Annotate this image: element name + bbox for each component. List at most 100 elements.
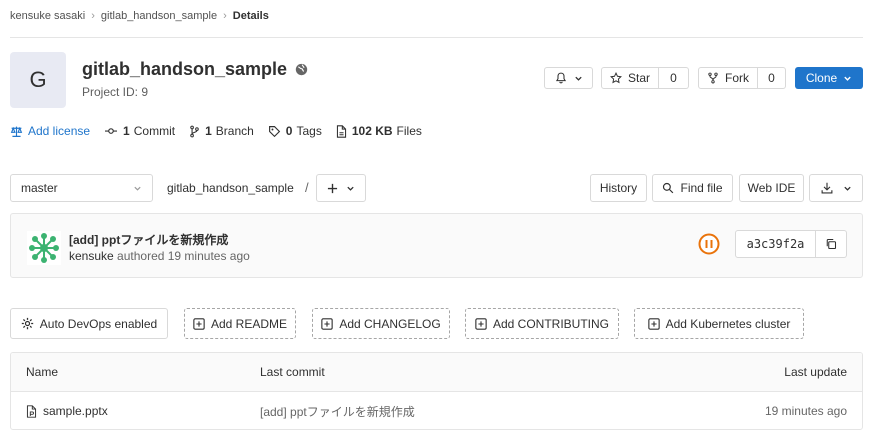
- copy-icon: [826, 238, 837, 250]
- author-avatar-icon[interactable]: [27, 231, 61, 268]
- breadcrumb-separator-icon: ›: [91, 10, 95, 22]
- tag-icon: [268, 125, 280, 137]
- globe-icon: [295, 63, 308, 76]
- divider: [10, 37, 863, 38]
- web-ide-button[interactable]: Web IDE: [739, 174, 804, 202]
- clone-button[interactable]: Clone: [795, 67, 863, 89]
- chevron-down-icon: [134, 186, 141, 191]
- last-commit-panel: [add] pptファイルを新規作成 kensuke authored 19 m…: [10, 213, 863, 278]
- project-quick-actions: Auto DevOps enabled Add README Add CHANG…: [0, 308, 873, 340]
- branches-stat[interactable]: 1 Branch: [189, 124, 254, 138]
- tags-stat[interactable]: 0 Tags: [268, 124, 322, 138]
- history-button[interactable]: History: [590, 174, 647, 202]
- commit-message-link[interactable]: [add] pptファイルを新規作成: [69, 231, 228, 248]
- search-icon: [663, 182, 674, 194]
- project-id: Project ID: 9: [82, 85, 149, 99]
- files-size: 102 KB: [351, 124, 393, 138]
- files-label: Files: [396, 124, 422, 138]
- add-license-link[interactable]: Add license: [10, 124, 90, 138]
- breadcrumb-current[interactable]: Details: [233, 10, 269, 22]
- breadcrumb-item-user[interactable]: kensuke sasaki: [10, 10, 85, 22]
- add-contributing-label: Add CONTRIBUTING: [492, 316, 609, 331]
- fork-button[interactable]: Fork: [698, 67, 758, 89]
- file-name-link[interactable]: sample.pptx: [26, 392, 108, 429]
- clone-label: Clone: [805, 71, 838, 85]
- auto-devops-button[interactable]: Auto DevOps enabled: [10, 308, 168, 339]
- branch-name: master: [21, 181, 58, 195]
- plus-icon: [327, 183, 338, 193]
- commits-stat[interactable]: 1 Commit: [104, 124, 175, 138]
- add-readme-label: Add README: [210, 316, 288, 331]
- add-changelog-button[interactable]: Add CHANGELOG: [312, 308, 450, 339]
- branch-selector[interactable]: master: [10, 174, 153, 202]
- star-icon: [610, 72, 622, 84]
- commit-authored-time: authored 19 minutes ago: [117, 249, 250, 263]
- column-header-last-update: Last update: [784, 365, 847, 379]
- breadcrumb-separator-icon: ›: [223, 10, 227, 22]
- table-row[interactable]: sample.pptx [add] pptファイルを新規作成 19 minute…: [11, 392, 862, 429]
- chevron-down-icon: [574, 76, 582, 81]
- chevron-down-icon: [843, 186, 851, 191]
- branches-label: Branch: [215, 124, 254, 138]
- fork-icon: [708, 72, 718, 84]
- tags-label: Tags: [296, 124, 322, 138]
- table-header: Name Last commit Last update: [11, 353, 862, 392]
- breadcrumb-item-project[interactable]: gitlab_handson_sample: [101, 10, 217, 22]
- gear-icon: [21, 317, 33, 330]
- star-label: Star: [627, 71, 650, 85]
- star-count[interactable]: 0: [659, 67, 689, 89]
- plus-square-icon: [647, 317, 660, 330]
- add-kubernetes-cluster-button[interactable]: Add Kubernetes cluster: [634, 308, 804, 339]
- project-title: gitlab_handson_sample: [82, 59, 308, 80]
- commit-meta: kensuke authored 19 minutes ago: [69, 249, 250, 263]
- download-dropdown[interactable]: [809, 174, 863, 202]
- bell-icon: [555, 72, 566, 84]
- fork-label: Fork: [725, 71, 749, 85]
- find-file-button[interactable]: Find file: [652, 174, 733, 202]
- file-icon: [336, 124, 346, 138]
- star-button[interactable]: Star: [601, 67, 659, 89]
- auto-devops-label: Auto DevOps enabled: [39, 316, 158, 331]
- find-file-label: Find file: [680, 181, 723, 195]
- commits-count: 1: [123, 124, 130, 138]
- download-icon: [821, 182, 832, 194]
- project-avatar-letter: G: [29, 67, 47, 92]
- commit-icon: [105, 128, 118, 134]
- plus-square-icon: [193, 317, 205, 330]
- commits-label: Commit: [133, 124, 176, 138]
- plus-square-icon: [475, 317, 487, 330]
- repo-path-link[interactable]: gitlab_handson_sample: [167, 181, 294, 195]
- add-changelog-label: Add CHANGELOG: [339, 316, 441, 331]
- breadcrumb: kensuke sasaki › gitlab_handson_sample ›…: [10, 10, 269, 22]
- file-last-commit-link[interactable]: [add] pptファイルを新規作成: [260, 392, 415, 429]
- pipeline-running-icon[interactable]: [698, 233, 720, 258]
- project-name: gitlab_handson_sample: [82, 59, 288, 79]
- fork-group: Fork 0: [698, 67, 786, 89]
- file-name: sample.pptx: [43, 404, 108, 418]
- path-separator: /: [305, 180, 309, 195]
- commit-sha[interactable]: a3c39f2a: [735, 230, 816, 258]
- scale-icon: [10, 126, 23, 137]
- plus-square-icon: [321, 317, 334, 330]
- add-readme-button[interactable]: Add README: [184, 308, 296, 339]
- commit-author-link[interactable]: kensuke: [69, 249, 114, 263]
- project-avatar: G: [10, 52, 66, 108]
- add-kubernetes-label: Add Kubernetes cluster: [665, 316, 791, 331]
- star-group: Star 0: [601, 67, 689, 89]
- add-to-tree-dropdown[interactable]: [316, 174, 366, 202]
- notification-dropdown[interactable]: [544, 67, 593, 89]
- column-header-last-commit: Last commit: [260, 365, 325, 379]
- file-icon: [26, 404, 37, 418]
- chevron-down-icon: [347, 186, 354, 191]
- file-tree-table: Name Last commit Last update sample.pptx…: [10, 352, 863, 430]
- project-stats: Add license 1 Commit 1 Branch 0 Tags 102…: [10, 124, 436, 138]
- column-header-name: Name: [26, 365, 59, 379]
- files-stat[interactable]: 102 KB Files: [336, 124, 422, 138]
- chevron-down-icon: [844, 76, 851, 81]
- fork-count[interactable]: 0: [758, 67, 786, 89]
- tags-count: 0: [285, 124, 293, 138]
- copy-sha-button[interactable]: [816, 230, 847, 258]
- add-contributing-button[interactable]: Add CONTRIBUTING: [465, 308, 619, 339]
- commit-sha-group: a3c39f2a: [735, 230, 847, 258]
- file-last-update: 19 minutes ago: [764, 404, 847, 418]
